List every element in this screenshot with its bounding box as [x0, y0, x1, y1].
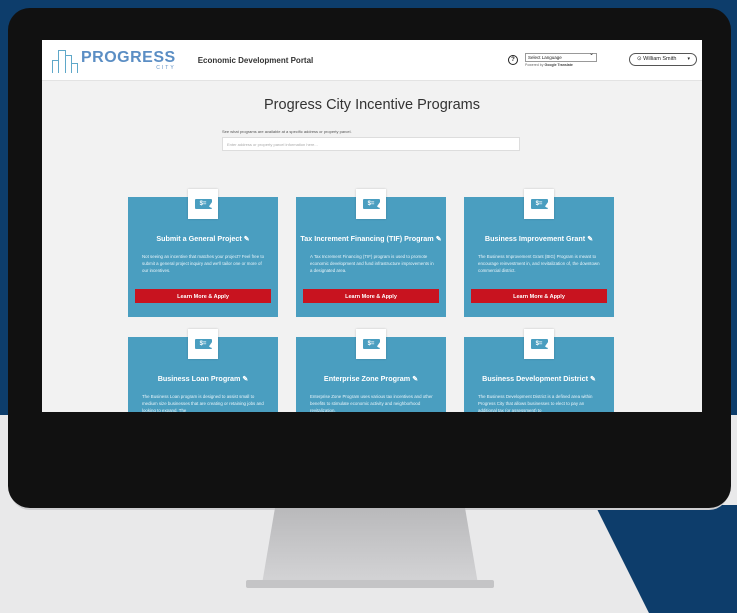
card-title[interactable]: Business Development District ✎	[464, 374, 614, 383]
card-description: The Business Development District is a d…	[478, 394, 593, 412]
powered-by-label: Powered by	[525, 63, 544, 67]
portal-title: Economic Development Portal	[197, 55, 314, 65]
logo-subtitle: CITY	[156, 64, 176, 71]
user-menu-button[interactable]: ⊙ William Smith ▾	[629, 53, 697, 66]
screen: PROGRESS CITY Economic Development Porta…	[42, 40, 702, 412]
edit-icon: ✎	[435, 236, 442, 243]
edit-icon: ✎	[243, 236, 250, 243]
user-name: William Smith	[643, 56, 677, 62]
help-icon[interactable]: ?	[508, 55, 518, 65]
program-card: $= Tax Increment Financing (TIF) Program…	[296, 189, 446, 317]
card-description: The Business Loan program is designed to…	[142, 394, 264, 412]
program-card: $= Enterprise Zone Program ✎ Enterprise …	[296, 329, 446, 412]
language-select[interactable]: Select Language	[525, 51, 597, 62]
monitor-stand	[262, 508, 478, 584]
learn-more-apply-button[interactable]: Learn More & Apply	[135, 289, 271, 303]
card-description: A Tax Increment Financing (TIF) program …	[310, 254, 434, 273]
program-card: $= Business Development District ✎ The B…	[464, 329, 614, 412]
address-search-input[interactable]: Enter address or property parcel informa…	[222, 137, 520, 151]
edit-icon: ✎	[242, 376, 249, 383]
money-edit-icon: $=	[524, 329, 554, 359]
money-edit-icon: $=	[356, 189, 386, 219]
money-edit-icon: $=	[356, 329, 386, 359]
top-navbar: PROGRESS CITY Economic Development Porta…	[42, 40, 702, 81]
learn-more-apply-button[interactable]: Learn More & Apply	[303, 289, 439, 303]
user-icon: ⊙	[637, 56, 642, 62]
money-edit-icon: $=	[524, 189, 554, 219]
card-description: Not seeing an incentive that matches you…	[142, 254, 265, 273]
logo-word: PROGRESS	[81, 48, 176, 66]
program-card: $= Submit a General Project ✎ Not seeing…	[128, 189, 278, 317]
search-section: See what programs are available at a spe…	[222, 129, 702, 151]
card-title[interactable]: Submit a General Project ✎	[128, 234, 278, 243]
card-description: Enterprise Zone Program uses various tax…	[310, 394, 433, 412]
edit-icon: ✎	[412, 376, 419, 383]
powered-by-note: Powered by Google Translate	[525, 63, 597, 67]
card-title[interactable]: Tax Increment Financing (TIF) Program ✎	[296, 234, 446, 243]
card-title[interactable]: Enterprise Zone Program ✎	[296, 374, 446, 383]
money-edit-icon: $=	[188, 329, 218, 359]
progress-city-logo[interactable]: PROGRESS CITY	[50, 47, 176, 73]
money-edit-icon: $=	[188, 189, 218, 219]
card-title[interactable]: Business Loan Program ✎	[128, 374, 278, 383]
card-description: The Business Improvement Grant (BIG) Pro…	[478, 254, 600, 273]
search-hint: See what programs are available at a spe…	[222, 129, 352, 134]
program-card: $= Business Improvement Grant ✎ The Busi…	[464, 189, 614, 317]
edit-icon: ✎	[587, 236, 594, 243]
page-title: Progress City Incentive Programs	[264, 97, 480, 113]
city-buildings-icon	[50, 47, 78, 73]
monitor-stand-base	[246, 580, 494, 588]
google-translate-label: Google Translate	[544, 63, 573, 67]
learn-more-apply-button[interactable]: Learn More & Apply	[471, 289, 607, 303]
chevron-down-icon: ▾	[687, 56, 690, 62]
card-title[interactable]: Business Improvement Grant ✎	[464, 234, 614, 243]
language-selector[interactable]: Select Language Powered by Google Transl…	[525, 51, 597, 67]
program-card: $= Business Loan Program ✎ The Business …	[128, 329, 278, 412]
edit-icon: ✎	[589, 376, 596, 383]
